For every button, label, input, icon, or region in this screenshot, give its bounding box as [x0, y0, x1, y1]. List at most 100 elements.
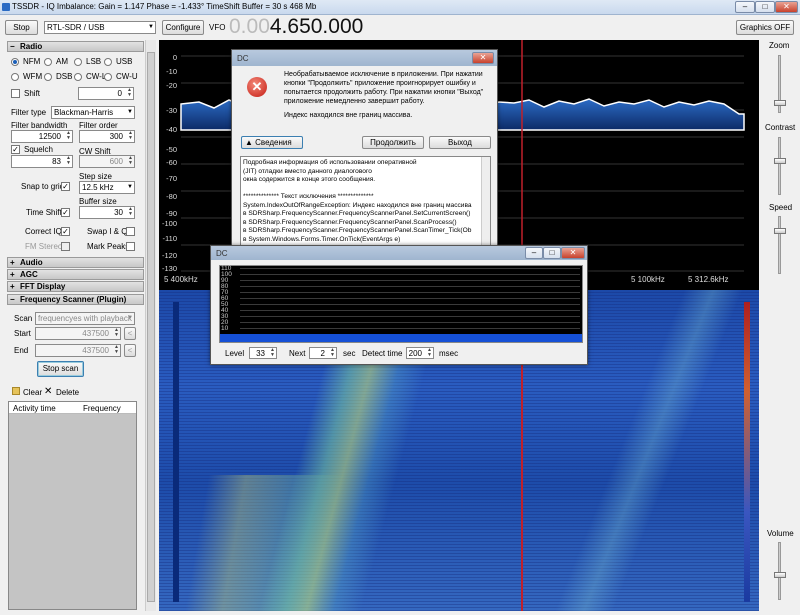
shift-input[interactable]: 0 ▲ ▼: [78, 87, 134, 100]
expand-icon: +: [10, 282, 15, 291]
volume-slider-thumb[interactable]: [774, 572, 786, 578]
end-input[interactable]: 437500 ▲ ▼: [35, 344, 121, 357]
shift-checkbox[interactable]: [11, 89, 20, 98]
stop-scan-button[interactable]: Stop scan: [37, 361, 84, 377]
continue-button[interactable]: Продолжить: [362, 136, 424, 149]
mark-peaks-checkbox[interactable]: [126, 242, 135, 251]
clear-button[interactable]: Clear: [23, 388, 42, 397]
mode-am-radio[interactable]: [44, 58, 52, 66]
error-icon: ✕: [247, 77, 267, 97]
db-label-70: -70: [166, 174, 177, 183]
detect-time-value: 200: [408, 349, 422, 358]
mode-wfm-label: WFM: [23, 72, 43, 81]
squelch-checkbox[interactable]: ✓: [11, 145, 20, 154]
volume-slider-track[interactable]: [778, 542, 781, 600]
swap-iq-label: Swap I & Q: [87, 227, 128, 236]
end-label: End: [14, 346, 29, 355]
level-input[interactable]: 33 ▲ ▼: [249, 347, 277, 359]
graphics-off-button[interactable]: Graphics OFF: [736, 20, 794, 35]
mode-wfm-radio[interactable]: [11, 73, 19, 81]
spin-icon: ▲ ▼: [270, 347, 275, 358]
section-fft-display[interactable]: + FFT Display: [7, 281, 144, 292]
next-input[interactable]: 2 ▲ ▼: [309, 347, 337, 359]
section-frequency-scanner[interactable]: − Frequency Scanner (Plugin): [7, 294, 144, 305]
time-shift-checkbox[interactable]: ✓: [61, 208, 70, 217]
step-size-label: Step size: [79, 172, 112, 181]
squelch-input[interactable]: 83 ▲ ▼: [11, 155, 73, 168]
scanner-maximize-button[interactable]: □: [543, 247, 561, 259]
left-scrollbar[interactable]: [145, 40, 156, 611]
scanner-dialog-title: DC: [216, 249, 228, 258]
filter-order-value: 300: [109, 132, 123, 141]
zoom-slider-thumb[interactable]: [774, 100, 786, 106]
mode-lsb-radio[interactable]: [74, 58, 82, 66]
mode-usb-radio[interactable]: [104, 58, 112, 66]
scan-mode-select[interactable]: frequencyes with playback ▼: [35, 312, 135, 325]
start-set-button[interactable]: <: [124, 327, 136, 340]
start-input[interactable]: 437500 ▲ ▼: [35, 327, 121, 340]
stop-button[interactable]: Stop: [5, 20, 38, 35]
error-dialog-titlebar: DC ✕: [232, 50, 497, 66]
mode-cwl-radio[interactable]: [74, 73, 82, 81]
scanner-close-button[interactable]: ✕: [561, 247, 585, 259]
shift-label: Shift: [24, 89, 41, 98]
mode-dsb-radio[interactable]: [44, 73, 52, 81]
filter-type-label: Filter type: [11, 108, 47, 117]
correct-iq-checkbox[interactable]: ✓: [61, 227, 70, 236]
spin-icon: ▲ ▼: [127, 87, 132, 98]
db-label-50: -50: [166, 145, 177, 154]
contrast-slider-thumb[interactable]: [774, 158, 786, 164]
filter-type-select[interactable]: Blackman-Harris ▼: [51, 106, 135, 119]
error-dialog: DC ✕ ✕ Необрабатываемое исключение в при…: [231, 49, 498, 270]
fm-stereo-checkbox[interactable]: [61, 242, 70, 251]
filter-bandwidth-label: Filter bandwidth: [11, 121, 68, 130]
end-set-button[interactable]: <: [124, 344, 136, 357]
swap-iq-checkbox[interactable]: [126, 227, 135, 236]
step-size-select[interactable]: 12.5 kHz ▼: [79, 181, 135, 194]
scanner-minimize-button[interactable]: –: [525, 247, 543, 259]
minimize-button[interactable]: –: [735, 1, 755, 13]
speed-slider-thumb[interactable]: [774, 228, 786, 234]
section-agc[interactable]: + AGC: [7, 269, 144, 280]
error-dialog-close-button[interactable]: ✕: [472, 52, 494, 64]
scanner-dialog: DC – □ ✕ 110 100 90 80 70 60 50 40 30 20…: [210, 245, 588, 365]
speed-slider-track[interactable]: [778, 216, 781, 274]
filter-order-input[interactable]: 300 ▲ ▼: [79, 130, 135, 143]
detect-time-input[interactable]: 200 ▲ ▼: [406, 347, 434, 359]
scroll-thumb[interactable]: [147, 52, 155, 602]
activity-list[interactable]: Activity time Frequency: [8, 401, 137, 610]
level-value: 33: [256, 349, 265, 358]
step-size-value: 12.5 kHz: [82, 183, 114, 192]
device-select[interactable]: RTL-SDR / USB ▼: [44, 21, 156, 34]
end-value: 437500: [82, 346, 109, 355]
col-frequency[interactable]: Frequency: [83, 404, 121, 413]
close-button[interactable]: ✕: [775, 1, 798, 13]
filter-bandwidth-input[interactable]: 12500 ▲ ▼: [11, 130, 73, 143]
db-label-90: -90: [166, 209, 177, 218]
section-radio[interactable]: − Radio: [7, 41, 144, 52]
spin-icon: ▲ ▼: [427, 347, 432, 358]
details-line-7: в SDRSharp.FrequencyScanner.FrequencySca…: [243, 210, 471, 217]
snap-to-grid-checkbox[interactable]: ✓: [61, 182, 70, 191]
mode-nfm-radio[interactable]: [11, 58, 19, 66]
cw-shift-input[interactable]: 600 ▲ ▼: [79, 155, 135, 168]
exit-button[interactable]: Выход: [429, 136, 491, 149]
snap-to-grid-label: Snap to grid: [21, 182, 65, 191]
app-icon: [2, 3, 10, 11]
vfo-display[interactable]: 0.004.650.000: [229, 15, 363, 38]
next-label: Next: [289, 349, 306, 358]
chevron-down-icon: ▼: [127, 315, 133, 321]
mode-cwu-label: CW-U: [116, 72, 138, 81]
buffer-size-input[interactable]: 30 ▲ ▼: [79, 206, 135, 219]
scanner-grid: [240, 268, 580, 334]
details-button[interactable]: ▲ Сведения: [241, 136, 303, 149]
expand-icon: +: [10, 270, 15, 279]
maximize-button[interactable]: □: [755, 1, 775, 13]
col-activity-time[interactable]: Activity time: [13, 404, 56, 413]
contrast-slider-track[interactable]: [778, 137, 781, 195]
mode-cwu-radio[interactable]: [104, 73, 112, 81]
section-audio[interactable]: + Audio: [7, 257, 144, 268]
delete-button[interactable]: Delete: [56, 388, 79, 397]
configure-button[interactable]: Configure: [162, 20, 204, 35]
squelch-value: 83: [52, 157, 61, 166]
